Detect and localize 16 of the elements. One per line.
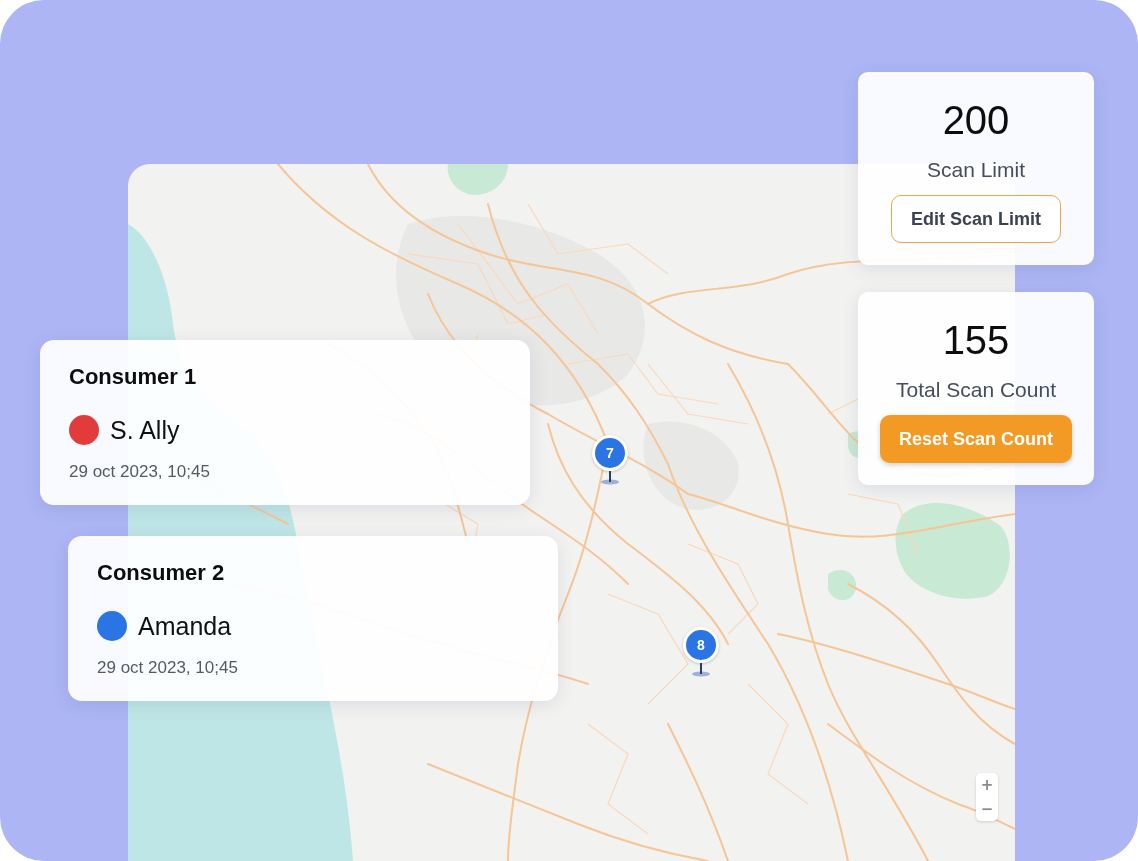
consumer-title: Consumer 2 [97, 560, 226, 586]
zoom-in-button[interactable]: + [976, 773, 998, 797]
pin-stem-icon [691, 663, 711, 677]
pin-stem-icon [600, 471, 620, 485]
stat-label: Total Scan Count [896, 378, 1056, 402]
edit-button[interactable]: Edit Scan Limit [891, 195, 1061, 243]
timestamp: 29 oct 2023, 10;45 [97, 658, 239, 678]
consumer-name: S. Ally [110, 415, 180, 445]
zoom-out-button[interactable]: − [976, 797, 998, 821]
stat-label: Scan Limit [926, 158, 1025, 182]
consumer-title: Consumer 1 [69, 364, 198, 390]
timestamp: 29 oct 2023, 10;45 [69, 462, 211, 482]
stat-value: 200 [942, 97, 1010, 143]
stat-value: 155 [942, 317, 1010, 363]
consumer-name: Amanda [138, 611, 232, 641]
reset-button[interactable]: Reset Scan Count [880, 415, 1072, 463]
